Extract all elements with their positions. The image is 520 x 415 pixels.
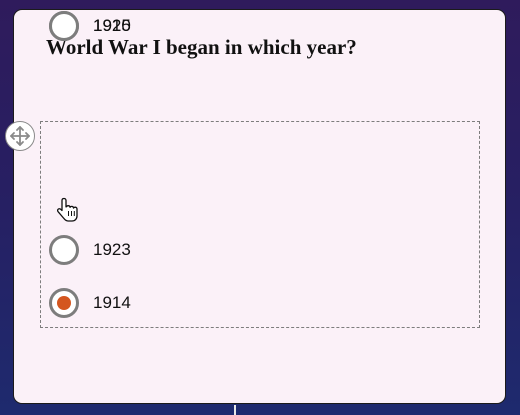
move-handle[interactable] (5, 121, 35, 151)
divider-tick (234, 405, 236, 415)
question-card: World War I began in which year? 1923 19… (5, 9, 506, 404)
radio-button[interactable] (49, 11, 79, 41)
answer-option-label: 1923 (93, 240, 131, 259)
radio-button[interactable] (49, 288, 79, 318)
answer-option-label: 1915 (93, 16, 131, 35)
move-arrows-icon (10, 126, 30, 146)
radio-selected-dot (57, 296, 71, 310)
answer-option-1923[interactable]: 1923 (49, 234, 349, 266)
radio-button[interactable] (49, 235, 79, 265)
answer-option-label: 1914 (93, 293, 131, 312)
answer-option-1915[interactable]: 1915 (49, 10, 349, 42)
answer-option-1914[interactable]: 1914 (49, 287, 349, 319)
